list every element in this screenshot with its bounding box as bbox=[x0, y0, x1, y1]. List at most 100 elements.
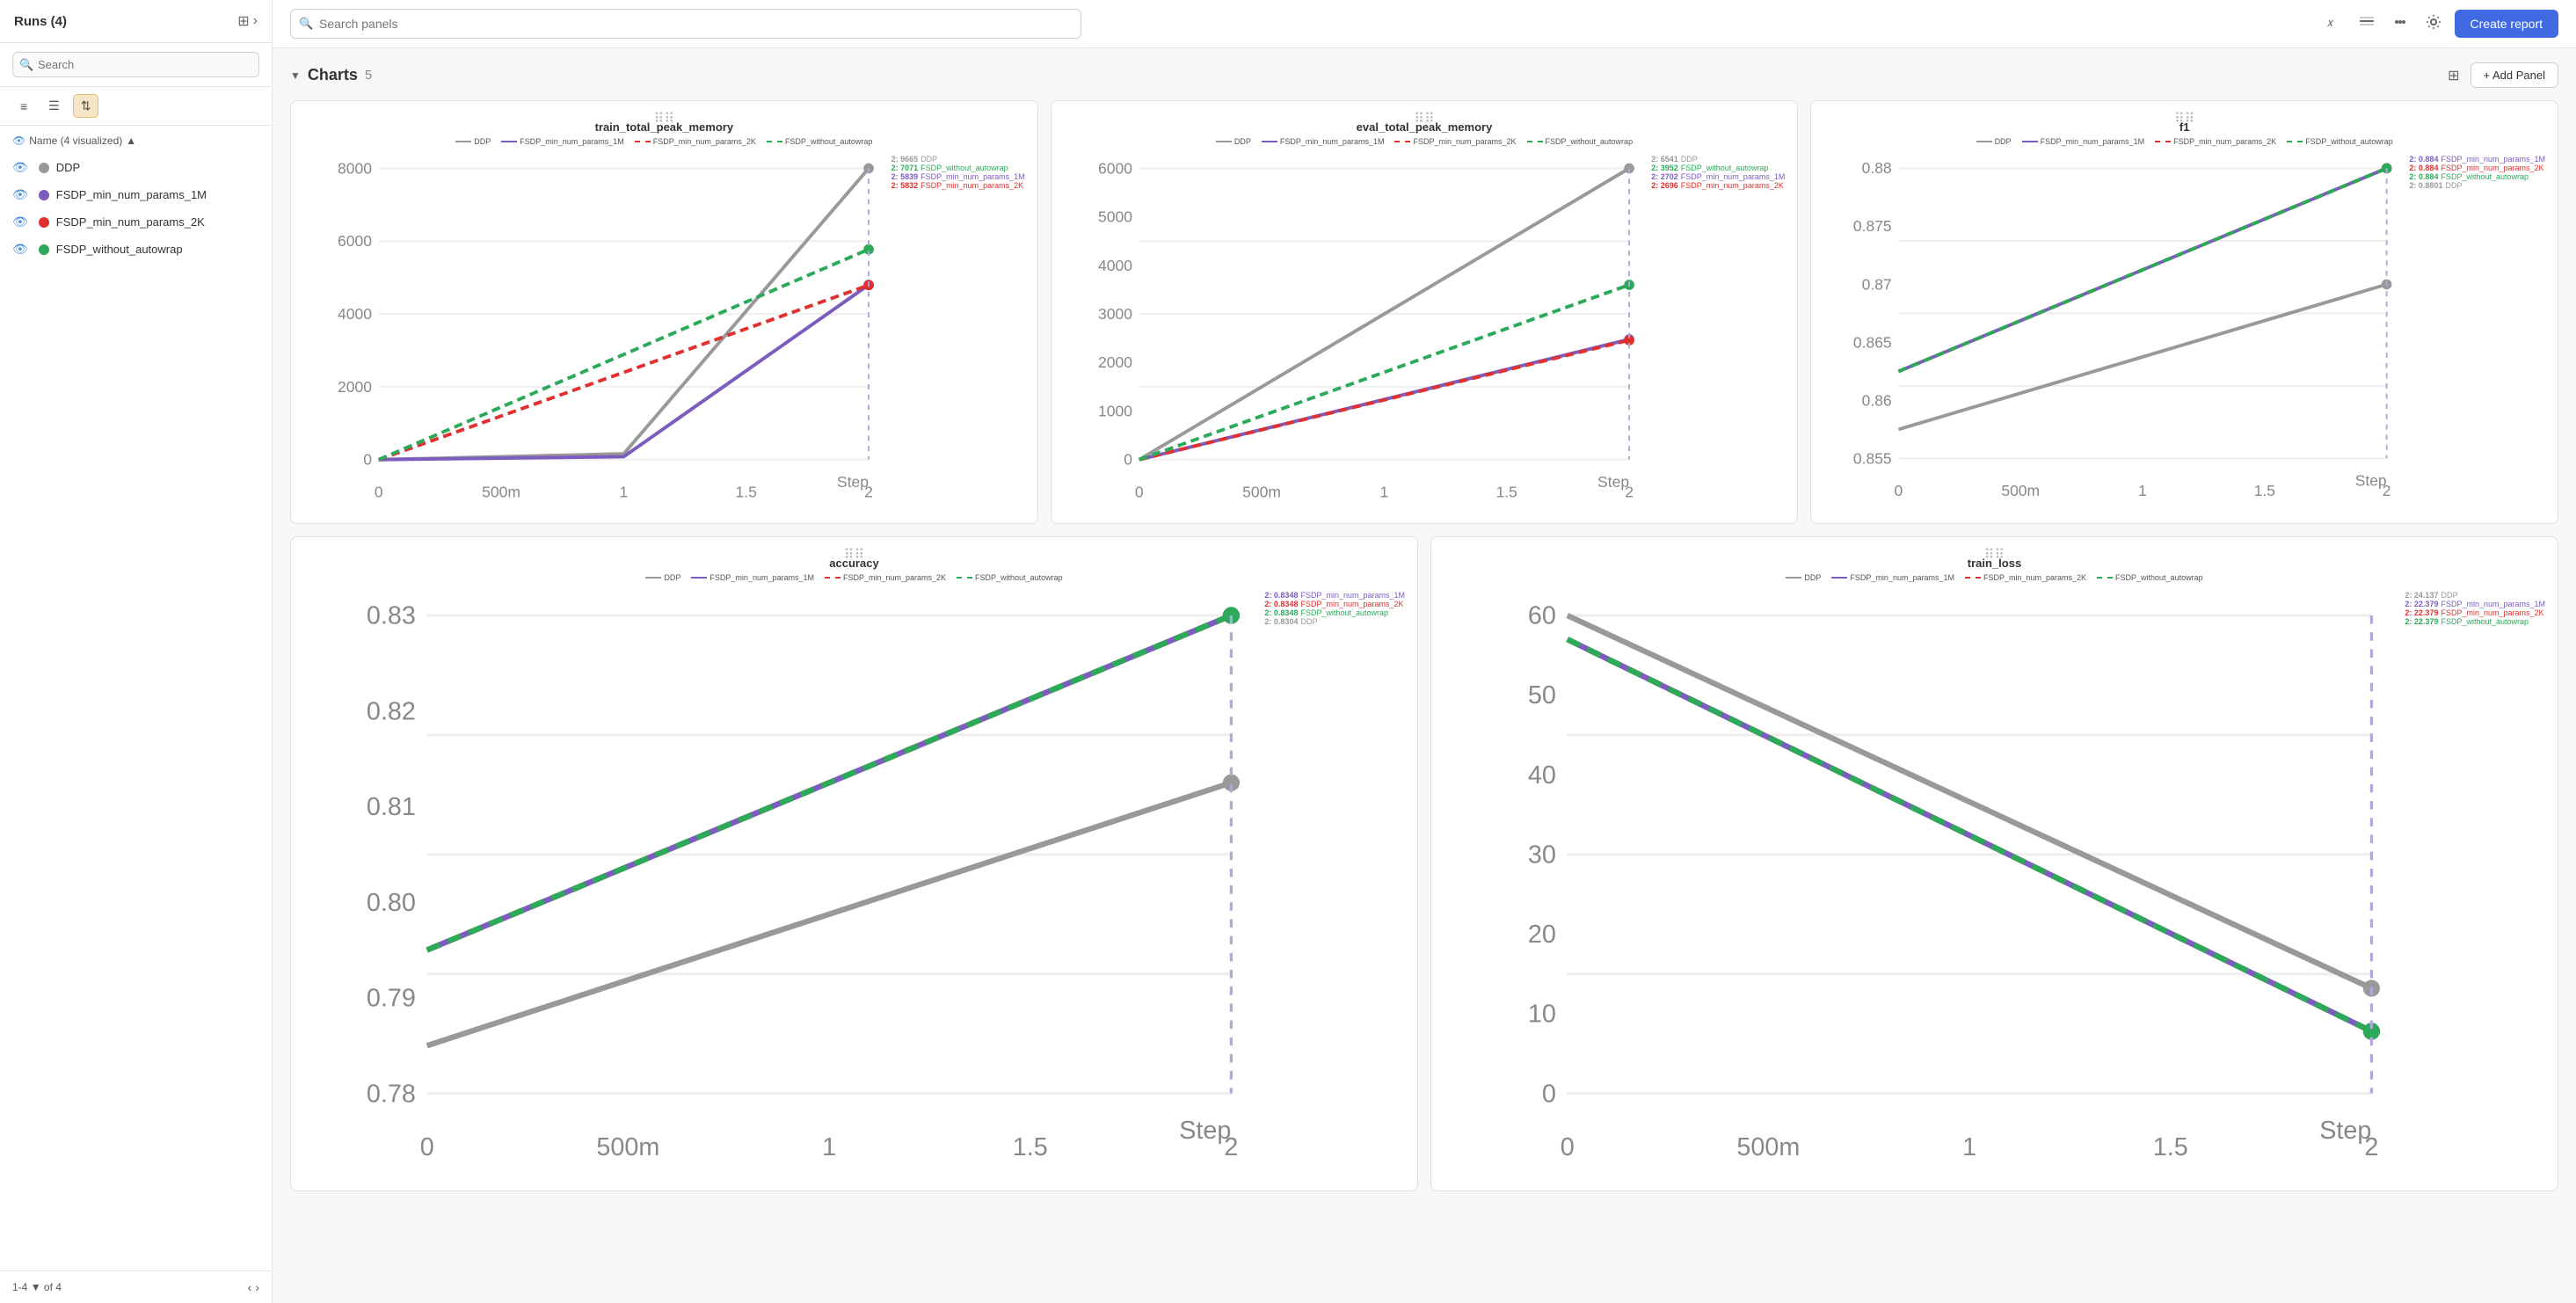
run-item[interactable]: 👁 FSDP_without_autowrap bbox=[0, 236, 272, 263]
legend-item: FSDP_without_autowrap bbox=[767, 137, 873, 146]
expand-chart-button[interactable]: ⤢ bbox=[1001, 110, 1010, 125]
drag-handle[interactable]: ⠿⠿ bbox=[2174, 110, 2194, 127]
legend-item: FSDP_min_num_params_1M bbox=[501, 137, 624, 146]
filter-button[interactable]: ≡ bbox=[12, 95, 35, 118]
outliers-button[interactable] bbox=[2388, 10, 2412, 39]
svg-text:1: 1 bbox=[1962, 1133, 1976, 1161]
pagination-info: 1-4 ▼ of 4 bbox=[12, 1281, 62, 1293]
sort-asc-icon: ▲ bbox=[126, 135, 136, 147]
expand-chart-button[interactable]: ⤢ bbox=[2521, 110, 2531, 125]
svg-text:4000: 4000 bbox=[1098, 257, 1132, 274]
section-display-button[interactable]: ⊞ bbox=[2444, 63, 2463, 88]
settings-button[interactable] bbox=[2421, 10, 2446, 39]
svg-text:20: 20 bbox=[1528, 921, 1556, 949]
main-search-wrap: 🔍 bbox=[290, 9, 1081, 39]
svg-text:0: 0 bbox=[1135, 484, 1144, 501]
svg-text:0: 0 bbox=[1542, 1081, 1556, 1109]
visibility-icon[interactable]: 👁 bbox=[12, 160, 28, 175]
create-report-button[interactable]: Create report bbox=[2455, 10, 2558, 38]
run-item[interactable]: 👁 FSDP_min_num_params_1M bbox=[0, 181, 272, 208]
add-panel-button[interactable]: + Add Panel bbox=[2470, 62, 2558, 88]
visibility-icon[interactable]: 👁 bbox=[12, 242, 28, 257]
legend-line bbox=[455, 141, 471, 142]
chart-card-eval_total_peak_memory: ⠿⠿ ✎ ⤢ ⋮ eval_total_peak_memory DDP FSDP… bbox=[1051, 100, 1799, 524]
collapse-chevron[interactable]: ▼ bbox=[290, 69, 301, 82]
expand-chart-button[interactable]: ⤢ bbox=[1381, 546, 1391, 561]
run-name-label: FSDP_without_autowrap bbox=[56, 243, 183, 256]
chart-card-train_total_peak_memory: ⠿⠿ ✎ ⤢ ⋮ train_total_peak_memory DDP FSD… bbox=[290, 100, 1038, 524]
legend-label: FSDP_min_num_params_2K bbox=[2173, 137, 2276, 146]
main-search-input[interactable] bbox=[290, 9, 1081, 39]
legend-label: FSDP_without_autowrap bbox=[1546, 137, 1634, 146]
drag-handle[interactable]: ⠿⠿ bbox=[1414, 110, 1434, 127]
svg-text:10: 10 bbox=[1528, 1001, 1556, 1029]
sort-button[interactable]: ⇅ bbox=[73, 94, 99, 118]
expand-chart-button[interactable]: ⤢ bbox=[2521, 546, 2531, 561]
svg-text:0: 0 bbox=[420, 1133, 434, 1161]
drag-handle[interactable]: ⠿⠿ bbox=[654, 110, 674, 127]
section-actions: ⊞ + Add Panel bbox=[2444, 62, 2558, 88]
more-chart-button[interactable]: ⋮ bbox=[2536, 546, 2549, 561]
drag-handle[interactable]: ⠿⠿ bbox=[1984, 546, 2005, 564]
expand-chart-button[interactable]: ⤢ bbox=[1761, 110, 1771, 125]
more-chart-button[interactable]: ⋮ bbox=[1396, 546, 1408, 561]
edit-chart-button[interactable]: ✎ bbox=[986, 110, 996, 125]
legend-label: DDP bbox=[1995, 137, 2012, 146]
legend-item: FSDP_min_num_params_2K bbox=[825, 573, 946, 582]
visibility-icon[interactable]: 👁 bbox=[12, 187, 28, 202]
edit-chart-button[interactable]: ✎ bbox=[1365, 546, 1376, 561]
legend-label: DDP bbox=[664, 573, 680, 582]
sidebar-search-input[interactable] bbox=[12, 52, 259, 77]
x-axis-button[interactable]: 𝑥 bbox=[2321, 10, 2346, 39]
legend-label: FSDP_without_autowrap bbox=[2305, 137, 2393, 146]
more-chart-button[interactable]: ⋮ bbox=[1776, 110, 1788, 125]
charts-section-header: ▼ Charts 5 ⊞ + Add Panel bbox=[290, 62, 2558, 88]
chart-body: 0500m11.52 6050403020100 Step 2: 24.137 … bbox=[1444, 587, 2545, 1178]
legend-line bbox=[1527, 141, 1543, 142]
chart-legend: DDP FSDP_min_num_params_1M FSDP_min_num_… bbox=[303, 137, 1025, 146]
page-dropdown[interactable]: ▼ bbox=[31, 1281, 44, 1293]
legend-line bbox=[691, 577, 707, 579]
legend-line bbox=[1216, 141, 1232, 142]
svg-text:Step: Step bbox=[2355, 472, 2387, 490]
svg-text:0.78: 0.78 bbox=[367, 1081, 416, 1109]
more-chart-button[interactable]: ⋮ bbox=[1016, 110, 1029, 125]
prev-page-button[interactable]: ‹ bbox=[248, 1280, 252, 1294]
more-chart-button[interactable]: ⋮ bbox=[2536, 110, 2549, 125]
svg-text:60: 60 bbox=[1528, 602, 1556, 630]
smoothing-button[interactable] bbox=[2354, 10, 2379, 39]
edit-chart-button[interactable]: ✎ bbox=[2506, 546, 2516, 561]
chart-svg-container: 0500m11.52 80006000400020000 Step bbox=[303, 151, 886, 511]
svg-text:0: 0 bbox=[363, 451, 372, 469]
next-page-button[interactable]: › bbox=[255, 1280, 259, 1294]
edit-chart-button[interactable]: ✎ bbox=[1745, 110, 1756, 125]
svg-text:0.83: 0.83 bbox=[367, 602, 416, 630]
visibility-icon[interactable]: 👁 bbox=[12, 215, 28, 229]
gear-icon bbox=[2425, 13, 2442, 31]
edit-chart-button[interactable]: ✎ bbox=[2506, 110, 2516, 125]
columns-button[interactable]: ☰ bbox=[40, 94, 68, 118]
legend-label: FSDP_min_num_params_1M bbox=[1850, 573, 1954, 582]
legend-item: FSDP_without_autowrap bbox=[2097, 573, 2203, 582]
legend-item: FSDP_min_num_params_1M bbox=[2022, 137, 2145, 146]
legend-item: DDP bbox=[1786, 573, 1821, 582]
table-view-button[interactable]: ⊞ › bbox=[237, 12, 258, 30]
run-item[interactable]: 👁 DDP bbox=[0, 154, 272, 181]
table-icon: ⊞ bbox=[237, 12, 249, 30]
svg-text:Step: Step bbox=[2319, 1117, 2371, 1145]
drag-handle[interactable]: ⠿⠿ bbox=[844, 546, 864, 564]
legend-line bbox=[645, 577, 661, 579]
chart-body: 0500m11.52 6000500040003000200010000 Ste… bbox=[1064, 151, 1786, 511]
svg-text:30: 30 bbox=[1528, 841, 1556, 870]
legend-item: FSDP_min_num_params_2K bbox=[1965, 573, 2086, 582]
legend-item: FSDP_min_num_params_2K bbox=[635, 137, 756, 146]
chart-legend: DDP FSDP_min_num_params_1M FSDP_min_num_… bbox=[1444, 573, 2545, 582]
run-name-label: FSDP_min_num_params_1M bbox=[56, 188, 207, 201]
legend-label: FSDP_without_autowrap bbox=[785, 137, 873, 146]
run-name-label: FSDP_min_num_params_2K bbox=[56, 215, 205, 229]
svg-text:1.5: 1.5 bbox=[1013, 1133, 1048, 1161]
svg-text:0.87: 0.87 bbox=[1862, 275, 1892, 293]
run-item[interactable]: 👁 FSDP_min_num_params_2K bbox=[0, 208, 272, 236]
chart-card-accuracy: ⠿⠿ ✎ ⤢ ⋮ accuracy DDP FSDP_min_num_param… bbox=[290, 536, 1418, 1191]
legend-line bbox=[501, 141, 517, 142]
